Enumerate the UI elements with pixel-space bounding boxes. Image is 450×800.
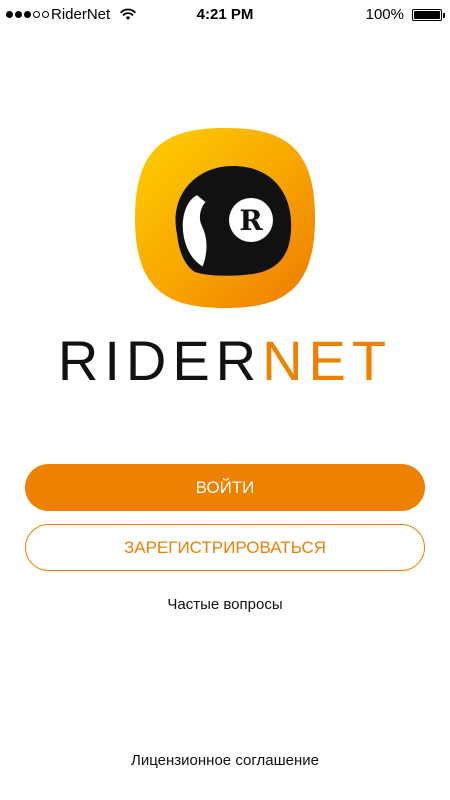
helmet-logo-icon: R xyxy=(135,128,315,308)
status-bar: RiderNet 4:21 PM 100% xyxy=(0,0,450,30)
brand-wordmark: RIDERNET xyxy=(0,326,450,396)
battery-percentage: 100% xyxy=(365,6,404,23)
brand-name-net: NET xyxy=(262,329,393,392)
faq-link[interactable]: Частые вопросы xyxy=(0,596,450,613)
license-agreement-link[interactable]: Лицензионное соглашение xyxy=(0,752,450,769)
register-button[interactable]: ЗАРЕГИСТРИРОВАТЬСЯ xyxy=(25,524,425,571)
login-button[interactable]: ВОЙТИ xyxy=(25,464,425,511)
welcome-screen: RiderNet 4:21 PM 100% R RIDERNET ВОЙТИ З… xyxy=(0,0,450,800)
battery-icon xyxy=(412,9,445,21)
helmet-logo-letter: R xyxy=(239,204,263,237)
brand-name-rider: RIDER xyxy=(57,329,263,392)
